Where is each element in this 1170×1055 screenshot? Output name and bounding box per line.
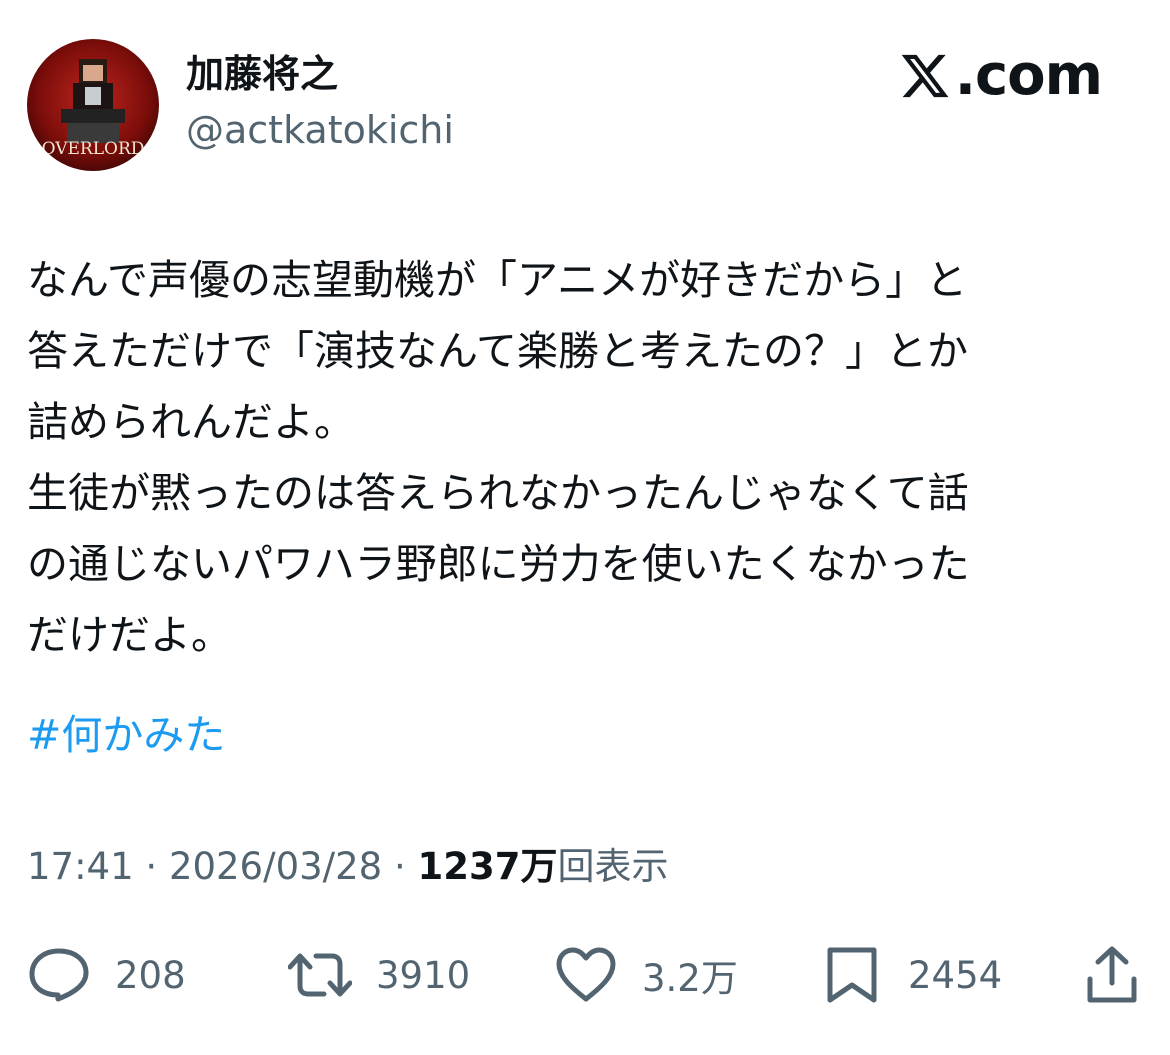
like-count: 3.2万 [642,957,738,1000]
share-button[interactable] [1084,940,1140,1010]
reply-count: 208 [115,953,186,997]
avatar[interactable]: OVERLORD [27,39,159,171]
meta-separator: · [393,845,406,888]
retweet-button[interactable]: 3910 [288,940,470,1010]
reply-button[interactable]: 208 [27,940,186,1010]
bookmark-icon [827,947,877,1003]
x-logo-icon [901,54,949,98]
action-bar: 208 3910 3.2万 2454 [0,940,1170,1010]
reply-icon [29,948,89,1002]
tweet-text: なんで声優の志望動機が「アニメが好きだから」と 答えただけで「演技なんて楽勝と考… [27,256,970,659]
bookmark-count: 2454 [908,953,1003,997]
tweet-meta: 17:41 · 2026/03/28 · 1237万回表示 [27,845,668,889]
author-display-name[interactable]: 加藤将之 [186,52,338,98]
retweet-icon [288,953,352,997]
x-brand: .com [899,43,1103,108]
like-button[interactable]: 3.2万 [554,940,738,1010]
hashtag-link[interactable]: #何かみた [27,700,225,771]
avatar-image: OVERLORD [27,39,159,171]
avatar-logo-text: OVERLORD [42,139,145,159]
meta-separator: · [145,845,158,888]
views-count: 1237万 [417,845,558,888]
views-label: 回表示 [557,845,669,888]
bookmark-button[interactable]: 2454 [820,940,1002,1010]
tweet-time[interactable]: 17:41 [27,845,134,888]
author-handle[interactable]: @actkatokichi [186,108,454,154]
retweet-count: 3910 [376,953,471,997]
brand-domain: .com [954,43,1103,108]
heart-icon [556,947,616,1002]
tweet-date[interactable]: 2026/03/28 [169,845,382,888]
share-icon [1087,946,1137,1003]
